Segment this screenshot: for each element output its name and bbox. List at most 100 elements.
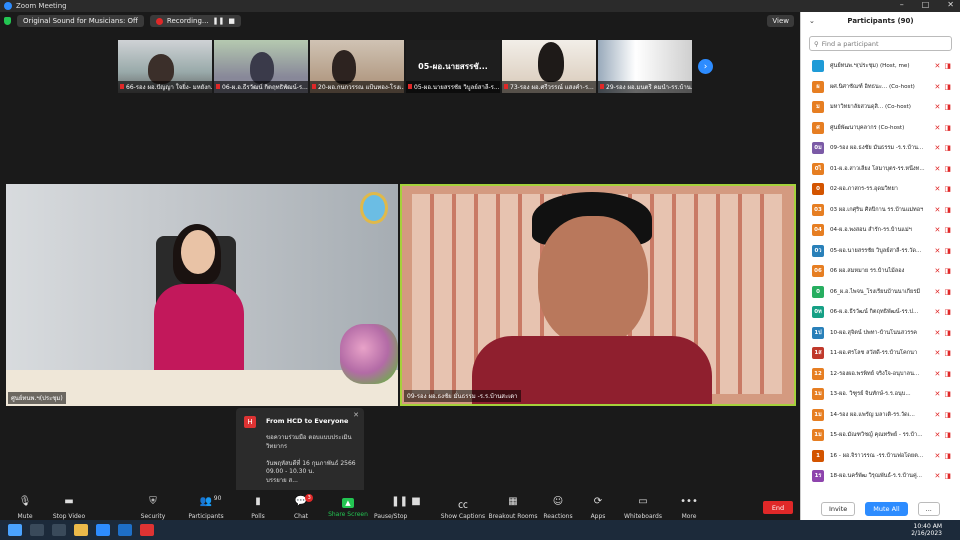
invite-button[interactable]: Invite	[821, 502, 856, 516]
task-view-icon[interactable]	[52, 524, 66, 536]
muted-mic-icon: ✕	[934, 431, 941, 440]
participant-row[interactable]: 1ป 10-ผอ.สุจิตน์ ปพทา-บ้านโนนสวรรค ✕ ◨	[801, 323, 960, 344]
video-off-icon: ◨	[944, 349, 951, 358]
participant-status: ✕ ◨	[935, 185, 952, 193]
participant-name: 05-ผอ.นายสรรชัย วิบูลย์สาลี-รร.วัด...	[830, 247, 922, 254]
participant-row[interactable]: 0ม 09-รอง ผอ.ธงชัย มั่นธรรม -ร.ร.บ้าน... …	[801, 138, 960, 159]
browser-icon[interactable]	[118, 524, 132, 536]
video-thumbnail[interactable]: 73-รอง ผอ.ศรีวรรณ์ แสงคำ-ร...	[502, 40, 596, 93]
next-page-arrow-icon[interactable]: ›	[698, 59, 713, 74]
chat-message: ขอความร่วมมือ ตอบแบบประเมิน วิทยากร วันพ…	[266, 434, 356, 484]
view-button[interactable]: View	[767, 15, 794, 27]
more-label: More	[681, 513, 697, 520]
stop-recording-icon[interactable]: ■	[228, 17, 235, 25]
close-icon[interactable]: ✕	[947, 0, 954, 9]
recording-indicator: Recording... ❚❚ ■	[149, 15, 241, 27]
chevron-down-icon[interactable]: ⌄	[809, 17, 815, 25]
thumbnail-name: 06-ผ.อ.ธีรวัฒน์ กิตฤทธิพัฒน์-ร...	[214, 81, 308, 93]
maximize-icon[interactable]: □	[922, 0, 930, 9]
smiley-icon: ☺	[552, 496, 564, 507]
pause-recording-icon[interactable]: ❚❚	[213, 17, 225, 25]
participant-row[interactable]: 0 02-ผอ.ภาสกร-รร.อุดมวิทยา ✕ ◨	[801, 179, 960, 200]
participant-row[interactable]: 1 16 - ผอ.จิราวรรณ -รร.บ้านฟอโดยต... ✕ ◨	[801, 446, 960, 467]
zoom-logo-icon	[4, 2, 12, 10]
video-thumbnail[interactable]: 20-ผอ.กนกวรรณ แป้นทอง-โรงเ...	[310, 40, 404, 93]
close-icon[interactable]: ✕	[353, 411, 359, 419]
security-button[interactable]: ⛨ Security	[128, 496, 178, 520]
stop-video-button[interactable]: ▬ Stop Video	[44, 496, 94, 520]
participant-row[interactable]: 1ร 18-ผอ.นคร์พัฒ วิรุณพันธ์-ร.ร.บ้านคู่..…	[801, 466, 960, 487]
participant-row[interactable]: ศูนย์ทนพ.ฯ(ประชุม) (Host, me) ✕ ◨	[801, 56, 960, 77]
participant-row[interactable]: 06 06 ผอ.สมหมาย รร.บ้านไม้ลอง ✕ ◨	[801, 261, 960, 282]
muted-mic-icon: ✕	[934, 410, 941, 419]
participant-avatar: 0	[812, 183, 824, 196]
chat-label: Chat	[293, 513, 309, 520]
video-off-icon: ◨	[944, 287, 951, 296]
chat-button[interactable]: 💬 3 Chat	[276, 494, 326, 520]
participants-count: 90	[213, 495, 222, 502]
windows-start-icon[interactable]	[8, 524, 22, 536]
share-screen-button[interactable]: ▲ Share Screen	[323, 496, 373, 518]
video-thumbnail[interactable]: 06-ผ.อ.ธีรวัฒน์ กิตฤทธิพัฒน์-ร...	[214, 40, 308, 93]
breakout-rooms-button[interactable]: ▦ Breakout Rooms	[487, 496, 539, 520]
participant-row[interactable]: 1ส 11-ผอ.ศรโลช สวัสดี-รร.บ้านโคกนา ✕ ◨	[801, 343, 960, 364]
participant-name: 18-ผอ.นคร์พัฒ วิรุณพันธ์-ร.ร.บ้านคู่...	[830, 473, 923, 480]
participant-row[interactable]: 1ม 13-ผอ. วิฑูรย์ จินทักษ์-ร.ร.อนุบ... ✕ ◨	[801, 384, 960, 405]
participant-row[interactable]: 0ไ 01-ผ.อ.สาวเลียง โสมาบุตร-รร.หนึ่งท... …	[801, 159, 960, 180]
participant-row[interactable]: 03 03 ผอ.เกศุริน ศิลปิกาน รร.บ้านแม่ทอฯ ✕…	[801, 200, 960, 221]
video-off-icon: ◨	[944, 164, 951, 173]
whiteboards-button[interactable]: ▭ Whiteboards	[618, 496, 668, 520]
participants-button[interactable]: 👥 90 Participants	[181, 495, 231, 520]
more-button[interactable]: ••• More	[664, 496, 714, 520]
participant-row[interactable]: 0 06_ผ.อ.ไพจน_โรงเรียนบ้านนาเกียรมี ✕ ◨	[801, 282, 960, 303]
participant-row[interactable]: ม มหาวิทยาลัยสวนดุสิ... (Co-host) ✕ ◨	[801, 97, 960, 118]
participant-row[interactable]: 1ม 15-ผอ.มัณฑวิชญ์ คุณทรัพย์ - รร.บ้า... …	[801, 425, 960, 446]
share-screen-icon: ▲	[342, 498, 354, 508]
security-shield-icon[interactable]	[4, 17, 11, 25]
main-video-left[interactable]: ศูนย์ทนพ.ฯ(ประชุม)	[6, 184, 398, 406]
system-clock[interactable]: 10:40 AM 2/16/2023	[911, 523, 942, 537]
participant-search-input[interactable]: ⚲ Find a participant	[809, 36, 952, 51]
pdf-reader-icon[interactable]	[140, 524, 154, 536]
file-explorer-icon[interactable]	[74, 524, 88, 536]
search-icon: ⚲	[814, 39, 819, 48]
video-thumbnail[interactable]: 29-รอง ผอ.มนตรี คมนำ-รร.บ้าน...	[598, 40, 692, 93]
participant-avatar: 1ม	[812, 429, 824, 442]
participant-avatar: ศ	[812, 121, 824, 134]
participant-row[interactable]: 0ท 06-ผ.อ.ธีรวัฒน์ กิตฤทธิพัฒน์-รร.ป... ✕…	[801, 302, 960, 323]
video-thumbnail[interactable]: 66-รอง ผอ.ปัญญา ใจยิ่ง- มหยังก...	[118, 40, 212, 93]
minimize-icon[interactable]: –	[900, 0, 904, 9]
search-icon[interactable]	[30, 524, 44, 536]
participant-row[interactable]: ผ ผศ.นิศาชัณฑ์ อิทธนะ... (Co-host) ✕ ◨	[801, 77, 960, 98]
chat-badge: 3	[305, 494, 314, 502]
participant-name: 06-ผ.อ.ธีรวัฒน์ กิตฤทธิพัฒน์-รร.ป...	[830, 309, 919, 316]
mute-button[interactable]: 🎙 Mute	[0, 496, 50, 520]
apps-button[interactable]: ⟳ Apps	[573, 496, 623, 520]
mute-all-button[interactable]: Mute All	[865, 502, 908, 516]
end-meeting-button[interactable]: End	[763, 501, 793, 514]
participant-name: 10-ผอ.สุจิตน์ ปพทา-บ้านโนนสวรรค	[830, 329, 918, 336]
participant-status: ✕ ◨	[935, 370, 952, 378]
more-dots-icon: •••	[680, 496, 698, 507]
participant-row[interactable]: ศ ศูนย์พัฒนาบุคลากร (Co-host) ✕ ◨	[801, 118, 960, 139]
muted-mic-icon: ✕	[934, 144, 941, 153]
original-sound-toggle[interactable]: Original Sound for Musicians: Off	[17, 15, 144, 27]
video-off-icon: ◨	[944, 205, 951, 214]
more-options-button[interactable]: ...	[917, 502, 940, 516]
thumbnail-name: 66-รอง ผอ.ปัญญา ใจยิ่ง- มหยังก...	[118, 81, 212, 93]
participant-row[interactable]: 0ว 05-ผอ.นายสรรชัย วิบูลย์สาลี-รร.วัด... …	[801, 241, 960, 262]
video-thumbnail[interactable]: 05-ผอ.นายสรรชั... 05-ผอ.นายสรรชัย วิบูลย…	[406, 40, 500, 93]
muted-mic-icon: ✕	[934, 390, 941, 399]
zoom-taskbar-icon[interactable]	[96, 524, 110, 536]
speaker-face	[538, 216, 648, 346]
participant-row[interactable]: 1ม 14-รอง ผอ.แพรัญ มลาเติ-รร.วัดเ... ✕ ◨	[801, 405, 960, 426]
chat-header: From HCD to Everyone	[266, 417, 349, 425]
thumbnail-name: 20-ผอ.กนกวรรณ แป้นทอง-โรงเ...	[310, 81, 404, 93]
chat-notification[interactable]: H From HCD to Everyone ✕ ขอความร่วมมือ ต…	[236, 408, 364, 498]
participants-footer: Invite Mute All ...	[801, 498, 960, 520]
main-video-right-active-speaker[interactable]: 09-รอง ผอ.ธงชัย มั่นธรรม -ร.ร.บ้านสะเดา	[400, 184, 796, 406]
participant-name: มหาวิทยาลัยสวนดุสิ... (Co-host)	[830, 104, 911, 111]
participant-row[interactable]: 12 12-รองผอ.พรพิทย์ จริงใจ-อนุบาลน... ✕ ◨	[801, 364, 960, 385]
captions-button[interactable]: ㏄ Show Captions	[438, 496, 488, 520]
participant-row[interactable]: 04 04-ผ.อ.พงสอน สำรัก-รร.บ้านแม่ฯ ✕ ◨	[801, 220, 960, 241]
